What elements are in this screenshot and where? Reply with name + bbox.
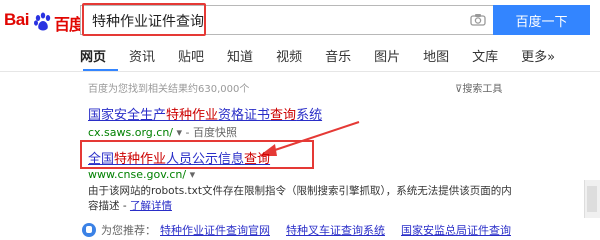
title-keyword: 特种作业 <box>114 152 167 167</box>
url-text: www.cnse.gov.cn/ <box>88 168 187 181</box>
tab-wenku[interactable]: 文库 <box>472 44 498 70</box>
tab-video[interactable]: 视频 <box>276 44 302 70</box>
result-1-url: cx.saws.org.cn/ ▾ - 百度快照 <box>88 124 237 140</box>
result-2-title-link[interactable]: 全国特种作业人员公示信息查询 <box>88 148 270 167</box>
tab-news[interactable]: 资讯 <box>129 44 155 70</box>
recommend-icon <box>82 223 96 237</box>
recommend-link[interactable]: 国家安监总局证件查询 <box>401 222 511 238</box>
camera-icon[interactable] <box>470 13 486 26</box>
result-2-url: www.cnse.gov.cn/ ▾ <box>88 168 195 181</box>
url-dropdown-icon[interactable]: ▾ <box>177 126 183 139</box>
search-tools-link[interactable]: ⊽搜索工具 <box>455 80 502 95</box>
title-text: 人员公示信息 <box>166 152 245 167</box>
header-divider <box>0 71 600 72</box>
tab-web[interactable]: 网页 <box>80 44 106 70</box>
title-keyword: 特种作业 <box>166 108 219 123</box>
recommend-label: 为您推荐： <box>101 224 156 237</box>
paw-icon <box>34 12 51 31</box>
url-dropdown-icon[interactable]: ▾ <box>190 168 196 181</box>
search-button[interactable]: 百度一下 <box>493 5 590 35</box>
learn-more-link[interactable]: 了解详情 <box>130 200 172 212</box>
nav-tabs: 网页 资讯 贴吧 知道 视频 音乐 图片 地图 文库 更多» <box>80 44 578 70</box>
query-highlight-box <box>82 3 206 36</box>
tab-tieba[interactable]: 贴吧 <box>178 44 204 70</box>
tab-zhidao[interactable]: 知道 <box>227 44 253 70</box>
title-keyword: 查询 <box>244 152 271 167</box>
result-2-snippet: 由于该网站的robots.txt文件存在限制指令（限制搜索引擎抓取），系统无法提… <box>88 184 518 214</box>
url-text: cx.saws.org.cn/ <box>88 126 174 139</box>
logo-text-bai: Bai <box>4 10 29 29</box>
recommend-link[interactable]: 特种作业证件查询官网 <box>160 222 270 238</box>
recommend-link[interactable]: 特种叉车证查询系统 <box>286 222 385 238</box>
tab-maps[interactable]: 地图 <box>423 44 449 70</box>
scrollbar-thumb[interactable] <box>587 186 597 212</box>
baidu-logo[interactable]: Bai 百度 <box>4 6 86 36</box>
tab-images[interactable]: 图片 <box>374 44 400 70</box>
result-stats: 百度为您找到相关结果约630,000个 <box>88 84 250 95</box>
search-tools-label: 搜索工具 <box>462 84 503 95</box>
title-text: 全国 <box>88 152 115 167</box>
tab-more[interactable]: 更多» <box>521 44 555 70</box>
title-text: 国家安全生产 <box>88 108 167 123</box>
snapshot-link[interactable]: - 百度快照 <box>186 126 237 139</box>
tab-music[interactable]: 音乐 <box>325 44 351 70</box>
recommend-row: 为您推荐： 特种作业证件查询官网 特种叉车证查询系统 国家安监总局证件查询 <box>82 222 527 238</box>
